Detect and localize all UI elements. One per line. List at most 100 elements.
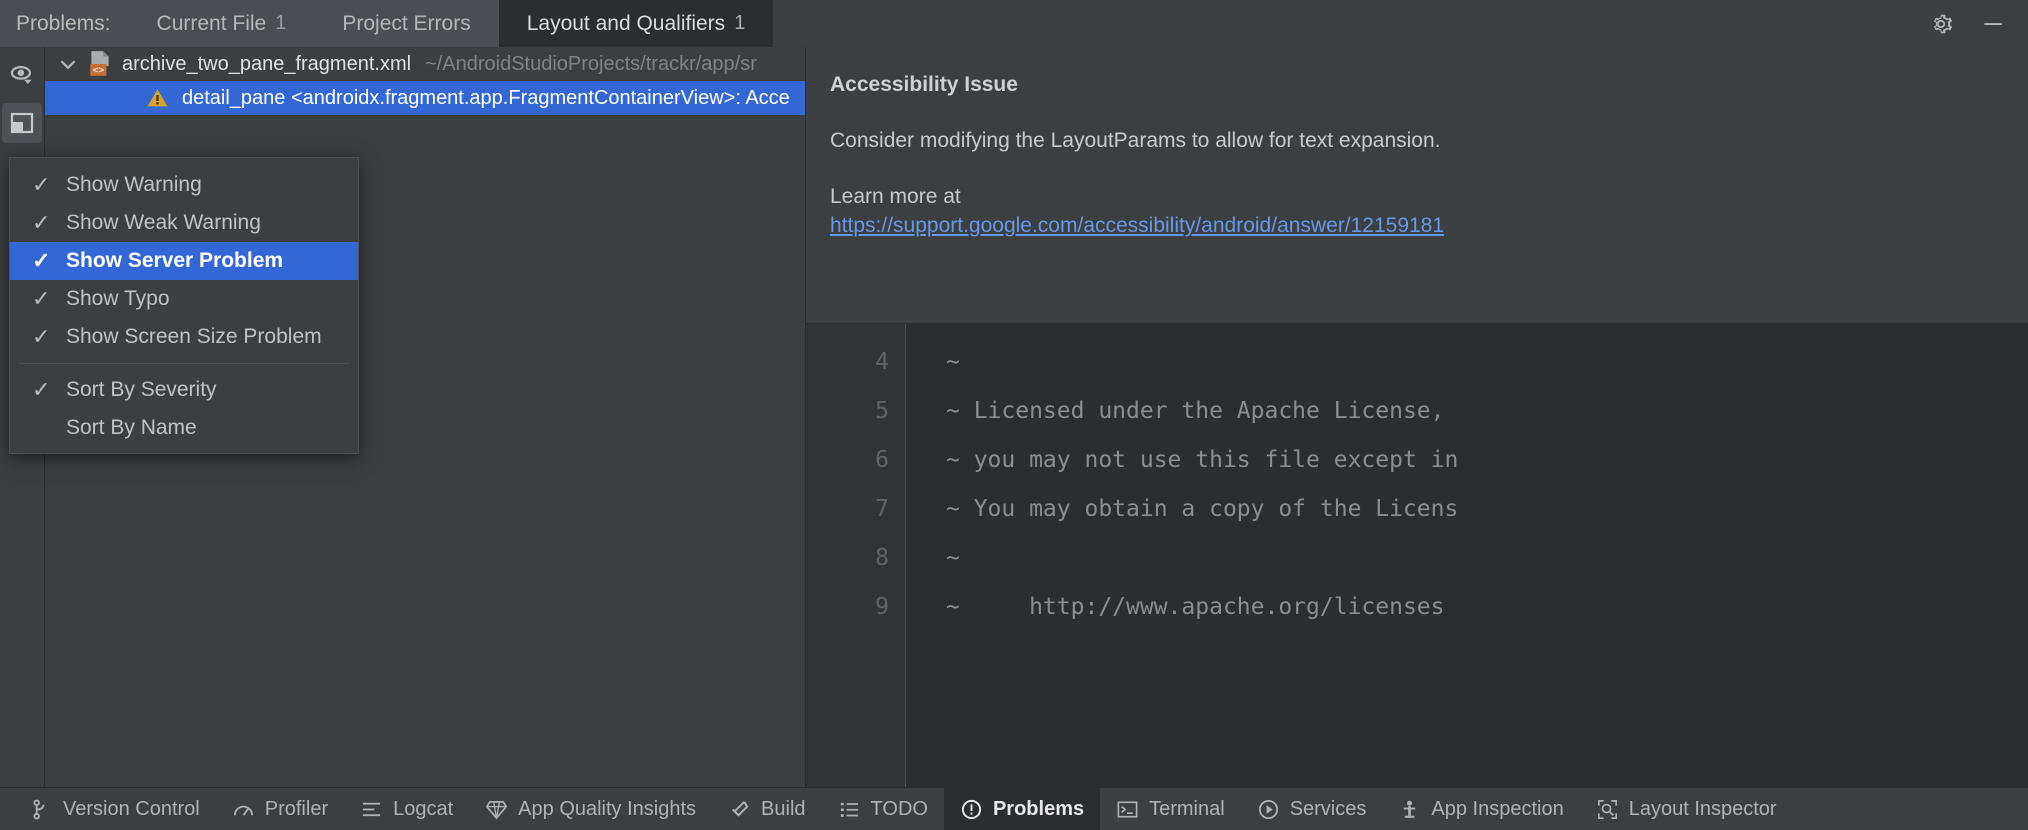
filter-popup-menu[interactable]: ✓ Show Warning ✓ Show Weak Warning ✓ Sho… [9, 157, 359, 454]
statusbar-item-terminal[interactable]: Terminal [1100, 788, 1241, 830]
tab-current-file-label: Current File [157, 12, 267, 36]
tabbar-actions [1928, 0, 2028, 47]
tree-file-name: archive_two_pane_fragment.xml [122, 53, 411, 76]
statusbar-label: Problems [993, 798, 1084, 821]
documentation-link[interactable]: https://support.google.com/accessibility… [830, 214, 2004, 238]
check-icon: ✓ [32, 210, 62, 236]
code-line: ~ You may obtain a copy of the Licens [946, 485, 2028, 534]
statusbar-item-problems[interactable]: Problems [944, 788, 1100, 830]
tab-layout-and-qualifiers[interactable]: Layout and Qualifiers 1 [499, 0, 774, 47]
statusbar-item-profiler[interactable]: Profiler [216, 788, 344, 830]
gem-icon [485, 798, 508, 821]
problems-body: <> archive_two_pane_fragment.xml ~/Andro… [0, 47, 2028, 787]
layout-inspector-icon [1596, 798, 1619, 821]
tree-file-path: ~/AndroidStudioProjects/trackr/app/sr [425, 53, 757, 76]
xml-file-icon: <> [87, 50, 113, 78]
menu-item-show-typo[interactable]: ✓ Show Typo [10, 280, 358, 318]
statusbar-item-logcat[interactable]: Logcat [344, 788, 469, 830]
statusbar-label: Profiler [265, 798, 328, 821]
line-number: 7 [806, 485, 905, 534]
menu-item-label: Show Weak Warning [66, 211, 261, 235]
code-line: ~ [946, 338, 2028, 387]
tool-window-icon[interactable] [2, 103, 42, 143]
panel-title: Problems: [0, 0, 129, 47]
statusbar-item-services[interactable]: Services [1241, 788, 1383, 830]
statusbar-label: Layout Inspector [1629, 798, 1777, 821]
settings-gear-icon[interactable] [1928, 11, 1954, 37]
tabbar-spacer [773, 0, 1928, 47]
line-number: 4 [806, 338, 905, 387]
menu-item-label: Sort By Name [66, 416, 197, 440]
tab-layout-and-qualifiers-label: Layout and Qualifiers [527, 12, 725, 36]
statusbar-label: Logcat [393, 798, 453, 821]
check-icon: ✓ [32, 248, 62, 274]
check-icon: ✓ [32, 286, 62, 312]
profiler-icon [232, 798, 255, 821]
code-line: ~ you may not use this file except in [946, 436, 2028, 485]
tab-project-errors[interactable]: Project Errors [314, 0, 498, 47]
terminal-icon [1116, 798, 1139, 821]
statusbar-label: App Quality Insights [518, 798, 696, 821]
learn-more-label: Learn more at [830, 185, 2004, 209]
tool-window-statusbar: Version Control Profiler Logcat [0, 787, 2028, 830]
menu-item-sort-by-severity[interactable]: ✓ Sort By Severity [10, 371, 358, 409]
menu-item-show-screen-size-problem[interactable]: ✓ Show Screen Size Problem [10, 318, 358, 356]
statusbar-label: Build [761, 798, 805, 821]
check-icon: ✓ [32, 377, 62, 403]
code-line-link[interactable]: ~ http://www.apache.org/licenses [946, 583, 2028, 632]
line-number: 5 [806, 387, 905, 436]
tab-project-errors-label: Project Errors [342, 12, 470, 36]
check-icon: ✓ [32, 324, 62, 350]
tree-row-file[interactable]: <> archive_two_pane_fragment.xml ~/Andro… [45, 47, 805, 81]
menu-item-show-server-problem[interactable]: ✓ Show Server Problem [10, 242, 358, 280]
tree-problem-text: detail_pane <androidx.fragment.app.Fragm… [182, 87, 790, 110]
problems-icon [960, 798, 983, 821]
statusbar-label: Terminal [1149, 798, 1225, 821]
tab-current-file[interactable]: Current File 1 [129, 0, 315, 47]
code-line: ~ [946, 534, 2028, 583]
line-number: 6 [806, 436, 905, 485]
tree-row-problem[interactable]: detail_pane <androidx.fragment.app.Fragm… [45, 81, 805, 115]
problems-tool-window: Problems: Current File 1 Project Errors … [0, 0, 2028, 830]
menu-item-show-weak-warning[interactable]: ✓ Show Weak Warning [10, 204, 358, 242]
statusbar-item-version-control[interactable]: Version Control [14, 788, 216, 830]
tab-current-file-count: 1 [275, 12, 286, 35]
issue-title: Accessibility Issue [830, 73, 2004, 97]
inspection-icon [1398, 798, 1421, 821]
tab-layout-and-qualifiers-count: 1 [734, 12, 745, 35]
statusbar-item-build[interactable]: Build [712, 788, 821, 830]
menu-item-sort-by-name[interactable]: Sort By Name [10, 409, 358, 447]
statusbar-item-app-inspection[interactable]: App Inspection [1382, 788, 1579, 830]
list-icon [838, 798, 861, 821]
statusbar-label: Version Control [63, 798, 200, 821]
statusbar-item-todo[interactable]: TODO [822, 788, 944, 830]
statusbar-item-app-quality-insights[interactable]: App Quality Insights [469, 788, 712, 830]
hammer-icon [728, 798, 751, 821]
menu-item-label: Show Server Problem [66, 249, 283, 273]
issue-body: Consider modifying the LayoutParams to a… [830, 127, 2004, 155]
code-line: ~ Licensed under the Apache License, [946, 387, 2028, 436]
check-icon: ✓ [32, 172, 62, 198]
code-text[interactable]: ~ ~ Licensed under the Apache License, ~… [906, 324, 2028, 787]
tabbar: Problems: Current File 1 Project Errors … [0, 0, 2028, 47]
minimize-icon[interactable] [1980, 11, 2006, 37]
menu-item-label: Show Warning [66, 173, 202, 197]
statusbar-label: App Inspection [1431, 798, 1563, 821]
chevron-down-icon[interactable] [55, 51, 81, 77]
statusbar-item-layout-inspector[interactable]: Layout Inspector [1580, 788, 1793, 830]
issue-description: Accessibility Issue Consider modifying t… [806, 47, 2028, 323]
menu-separator [19, 363, 349, 364]
menu-item-label: Show Screen Size Problem [66, 325, 322, 349]
statusbar-label: Services [1290, 798, 1367, 821]
tabbar-left: Problems: Current File 1 Project Errors … [0, 0, 773, 47]
menu-item-label: Sort By Severity [66, 378, 217, 402]
line-number: 9 [806, 583, 905, 632]
code-preview[interactable]: 4 5 6 7 8 9 ~ ~ Licensed under the Apach… [806, 323, 2028, 787]
menu-item-show-warning[interactable]: ✓ Show Warning [10, 166, 358, 204]
statusbar-label: TODO [871, 798, 928, 821]
detail-pane: Accessibility Issue Consider modifying t… [805, 47, 2028, 787]
menu-item-label: Show Typo [66, 287, 170, 311]
svg-text:<>: <> [93, 65, 105, 76]
preview-eye-icon[interactable] [2, 55, 42, 95]
logcat-icon [360, 798, 383, 821]
